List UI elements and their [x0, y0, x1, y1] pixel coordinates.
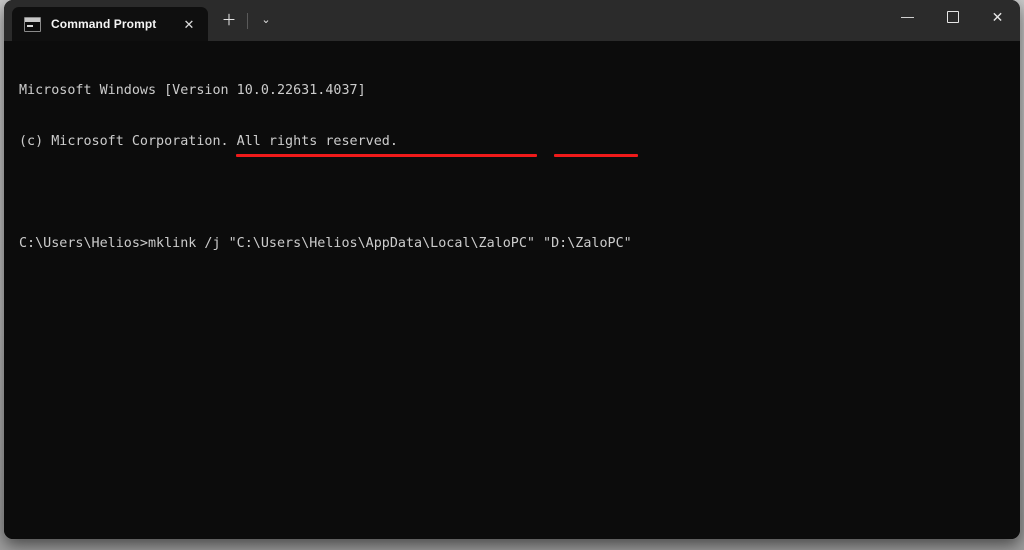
minimize-button[interactable]: — — [885, 0, 930, 33]
terminal-line: (c) Microsoft Corporation. All rights re… — [19, 134, 398, 149]
tab-bar-actions: ＋ ⌄ — [208, 0, 281, 41]
tab-title-label: Command Prompt — [51, 17, 157, 31]
maximize-icon — [946, 10, 959, 23]
terminal-output-area[interactable]: Microsoft Windows [Version 10.0.22631.40… — [4, 41, 1020, 539]
chevron-down-icon[interactable]: ⌄ — [251, 6, 281, 36]
window-controls: — ✕ — [885, 0, 1020, 41]
terminal-line: Microsoft Windows [Version 10.0.22631.40… — [19, 83, 366, 98]
command-prompt-icon — [24, 16, 41, 32]
tab-command-prompt[interactable]: Command Prompt ✕ — [12, 7, 208, 41]
tab-actions-divider — [247, 12, 248, 29]
source-path-underline — [236, 154, 537, 157]
target-path-underline — [554, 154, 638, 157]
title-bar-drag-region[interactable] — [281, 0, 885, 41]
close-tab-icon[interactable]: ✕ — [176, 11, 202, 37]
window-title-bar[interactable]: Command Prompt ✕ ＋ ⌄ — ✕ — [4, 0, 1020, 41]
tab-strip: Command Prompt ✕ — [4, 0, 208, 41]
terminal-command-line: C:\Users\Helios>mklink /j "C:\Users\Heli… — [19, 236, 632, 251]
command-prompt-window: Command Prompt ✕ ＋ ⌄ — ✕ Microsoft Windo… — [4, 0, 1020, 539]
new-tab-icon[interactable]: ＋ — [214, 6, 244, 36]
maximize-button[interactable] — [930, 0, 975, 33]
close-window-button[interactable]: ✕ — [975, 0, 1020, 33]
